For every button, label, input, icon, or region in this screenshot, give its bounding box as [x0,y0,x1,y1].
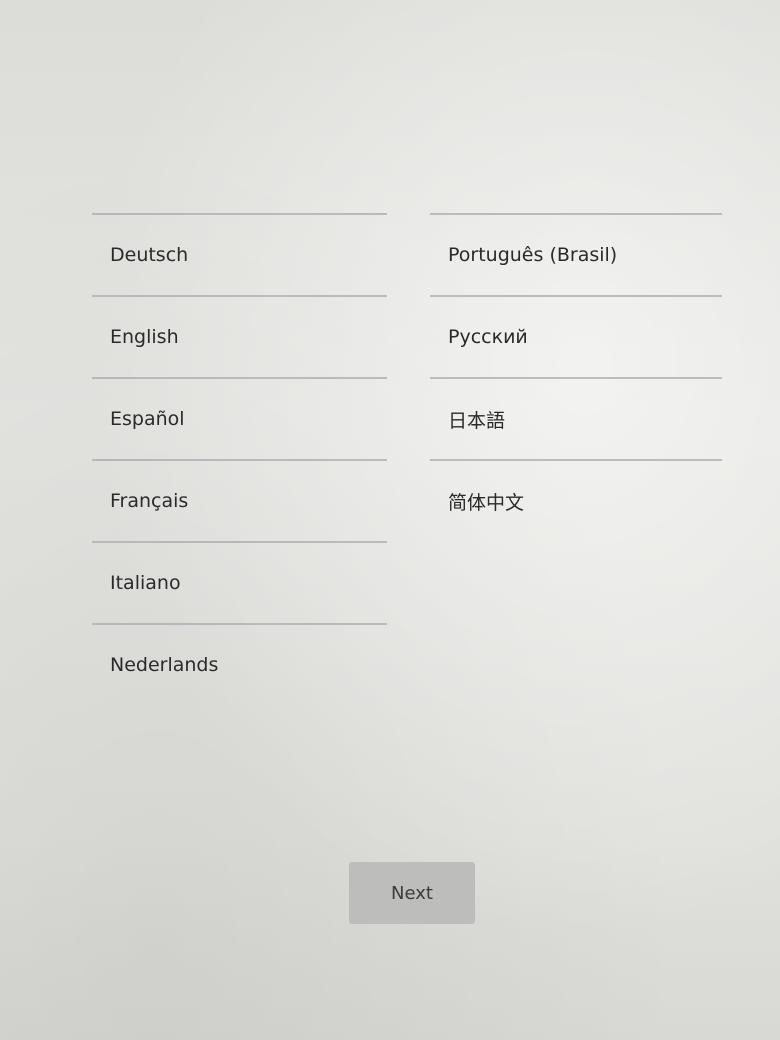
divider [430,377,722,379]
language-option-russian[interactable]: Русский [430,297,722,377]
language-list-left: Deutsch English Español Français Italian… [92,213,387,705]
language-option-italiano[interactable]: Italiano [92,543,387,623]
divider [430,295,722,297]
language-option-espanol[interactable]: Español [92,379,387,459]
divider [92,623,387,625]
divider [92,213,387,215]
language-label: Español [110,408,185,430]
language-option-nederlands[interactable]: Nederlands [92,625,387,705]
divider [430,213,722,215]
language-label: English [110,326,179,348]
language-label: Nederlands [110,654,219,676]
language-label: Deutsch [110,244,189,266]
language-option-english[interactable]: English [92,297,387,377]
divider [92,541,387,543]
next-button[interactable]: Next [349,862,475,924]
language-label: 简体中文 [448,491,525,514]
language-option-francais[interactable]: Français [92,461,387,541]
language-option-japanese[interactable]: 日本語 [430,379,722,459]
language-label: Italiano [110,572,181,594]
language-list-right: Português (Brasil) Русский 日本語 简体中文 [430,213,722,541]
divider [92,459,387,461]
divider [92,377,387,379]
language-label: Português (Brasil) [448,244,618,266]
language-label: Русский [448,326,528,348]
language-label: 日本語 [448,409,506,432]
divider [92,295,387,297]
language-option-chinese-simplified[interactable]: 简体中文 [430,461,722,541]
language-label: Français [110,490,189,512]
language-option-portugues-brasil[interactable]: Português (Brasil) [430,215,722,295]
language-option-deutsch[interactable]: Deutsch [92,215,387,295]
divider [430,459,722,461]
language-selection-screen: Deutsch English Español Français Italian… [0,0,780,1040]
